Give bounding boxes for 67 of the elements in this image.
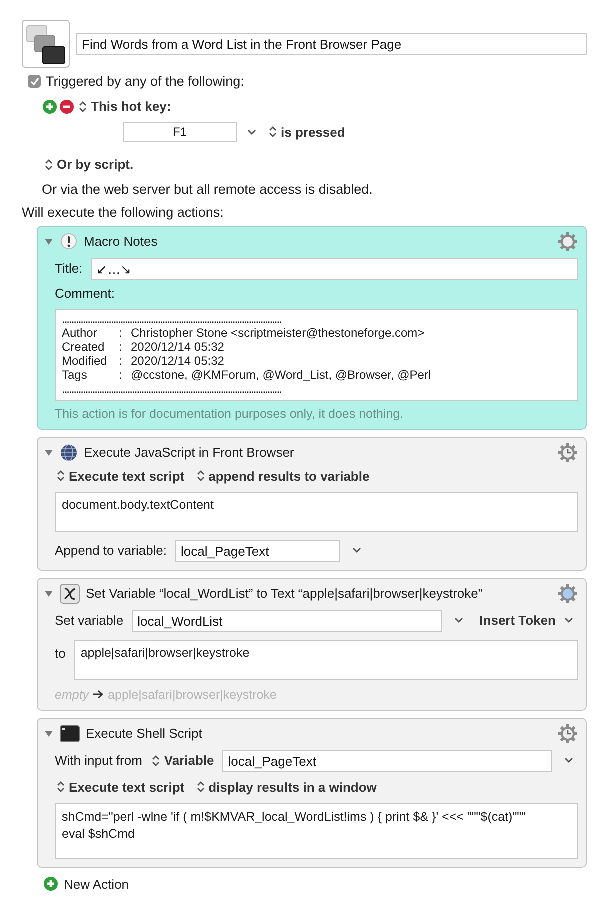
option-popup[interactable]: display results in a window: [194, 780, 377, 794]
macro-name-field[interactable]: Find Words from a Word List in the Front Browser Page: [76, 33, 587, 55]
action-title: Execute JavaScript in Front Browser: [84, 445, 296, 460]
script-trigger-popup[interactable]: Or by script.: [43, 157, 134, 172]
collapse-triangle-icon[interactable]: [44, 728, 54, 738]
add-icon[interactable]: [44, 877, 58, 891]
preview-text: apple|safari|browser|keystroke: [108, 688, 277, 702]
variable-field[interactable]: local_PageText: [222, 750, 552, 772]
collapse-triangle-icon[interactable]: [44, 236, 54, 246]
gear-clock-icon[interactable]: [558, 724, 578, 744]
chevron-down-icon[interactable]: [454, 617, 464, 624]
to-label: to: [55, 644, 66, 660]
notes-footer: This action is for documentation purposes only, it does nothing.: [55, 406, 578, 420]
up-down-arrows-icon: [269, 126, 277, 138]
checkbox[interactable]: [28, 75, 41, 88]
up-down-arrows-icon: [45, 158, 53, 170]
globe-icon: [60, 444, 78, 462]
collapse-triangle-icon[interactable]: [44, 588, 54, 598]
gear-icon[interactable]: [558, 232, 578, 252]
web-server-note: Or via the web server but all remote access is disabled.: [42, 182, 374, 196]
key-condition-popup[interactable]: is pressed: [267, 124, 346, 140]
empty-label: empty: [55, 688, 90, 702]
chevron-down-icon[interactable]: [564, 617, 574, 624]
chevron-down-icon[interactable]: [247, 128, 257, 136]
hot-key-field[interactable]: F1: [123, 122, 237, 142]
action-title: Execute Shell Script: [86, 726, 204, 741]
option-popup[interactable]: Execute text script: [55, 468, 185, 484]
option-popup[interactable]: Execute text script: [55, 780, 185, 794]
exclamation-bubble-icon: [60, 232, 78, 250]
up-down-arrows-icon: [57, 470, 65, 482]
title-field[interactable]: ↙…↘: [90, 258, 578, 280]
action-title: Set Variable “local_WordList” to Text “apple|safari|browser|keystroke”: [86, 586, 484, 601]
up-down-arrows-icon: [196, 470, 205, 482]
chevron-down-icon[interactable]: [564, 757, 574, 764]
variable-field[interactable]: local_PageText: [175, 540, 340, 562]
title-label: Title:: [55, 261, 83, 276]
variable-x-icon: [60, 584, 80, 604]
script-field[interactable]: shCmd="perl -wlne 'if ( m!$KMVAR_local_WordList!ims ) { print $& }' <<< """$(cat)""" eval $shCmd: [55, 802, 578, 858]
trigger-type-popup[interactable]: This hot key:: [77, 99, 172, 114]
actions-heading: Will execute the following actions:: [22, 204, 225, 220]
up-down-arrows-icon: [79, 100, 87, 112]
stacked-windows-icon[interactable]: [22, 20, 70, 68]
gear-icon[interactable]: [558, 584, 578, 604]
comment-field[interactable]: .............................................................................................. Author : Christopher Stone <scriptmeister@thestoneforge.com> Created : 2020/12/14 05:32 Modified : 2020/12/14 05:32 Tags : @ccstone, @KMForum, @Word_List, @Browser, @Perl ..............................................................................................: [55, 308, 578, 400]
up-down-arrows-icon: [57, 781, 65, 793]
variable-field[interactable]: local_WordList: [132, 610, 442, 632]
up-down-arrows-icon: [152, 754, 160, 766]
variable-label: Append to variable:: [55, 543, 168, 558]
terminal-icon: [60, 724, 80, 742]
action-title: Macro Notes: [84, 234, 159, 249]
option-popup[interactable]: append results to variable: [194, 468, 370, 484]
chevron-down-icon[interactable]: [352, 547, 362, 554]
right-arrow-icon: [93, 690, 104, 699]
variable-label: Set variable: [55, 613, 124, 628]
add-icon[interactable]: [43, 100, 57, 114]
trigger-label: Triggered by any of the following:: [46, 74, 244, 89]
new-action-button[interactable]: New Action: [64, 876, 130, 892]
insert-token-button[interactable]: Insert Token: [480, 613, 578, 628]
script-field[interactable]: document.body.textContent: [55, 492, 578, 532]
remove-icon[interactable]: [60, 100, 74, 114]
input-source-popup[interactable]: Variable: [150, 753, 214, 768]
collapse-triangle-icon[interactable]: [44, 448, 54, 458]
gear-clock-icon[interactable]: [558, 442, 578, 462]
comment-label: Comment:: [55, 286, 116, 300]
input-label: With input from: [55, 753, 142, 768]
up-down-arrows-icon: [196, 781, 205, 793]
value-field[interactable]: apple|safari|browser|keystroke: [74, 640, 578, 680]
